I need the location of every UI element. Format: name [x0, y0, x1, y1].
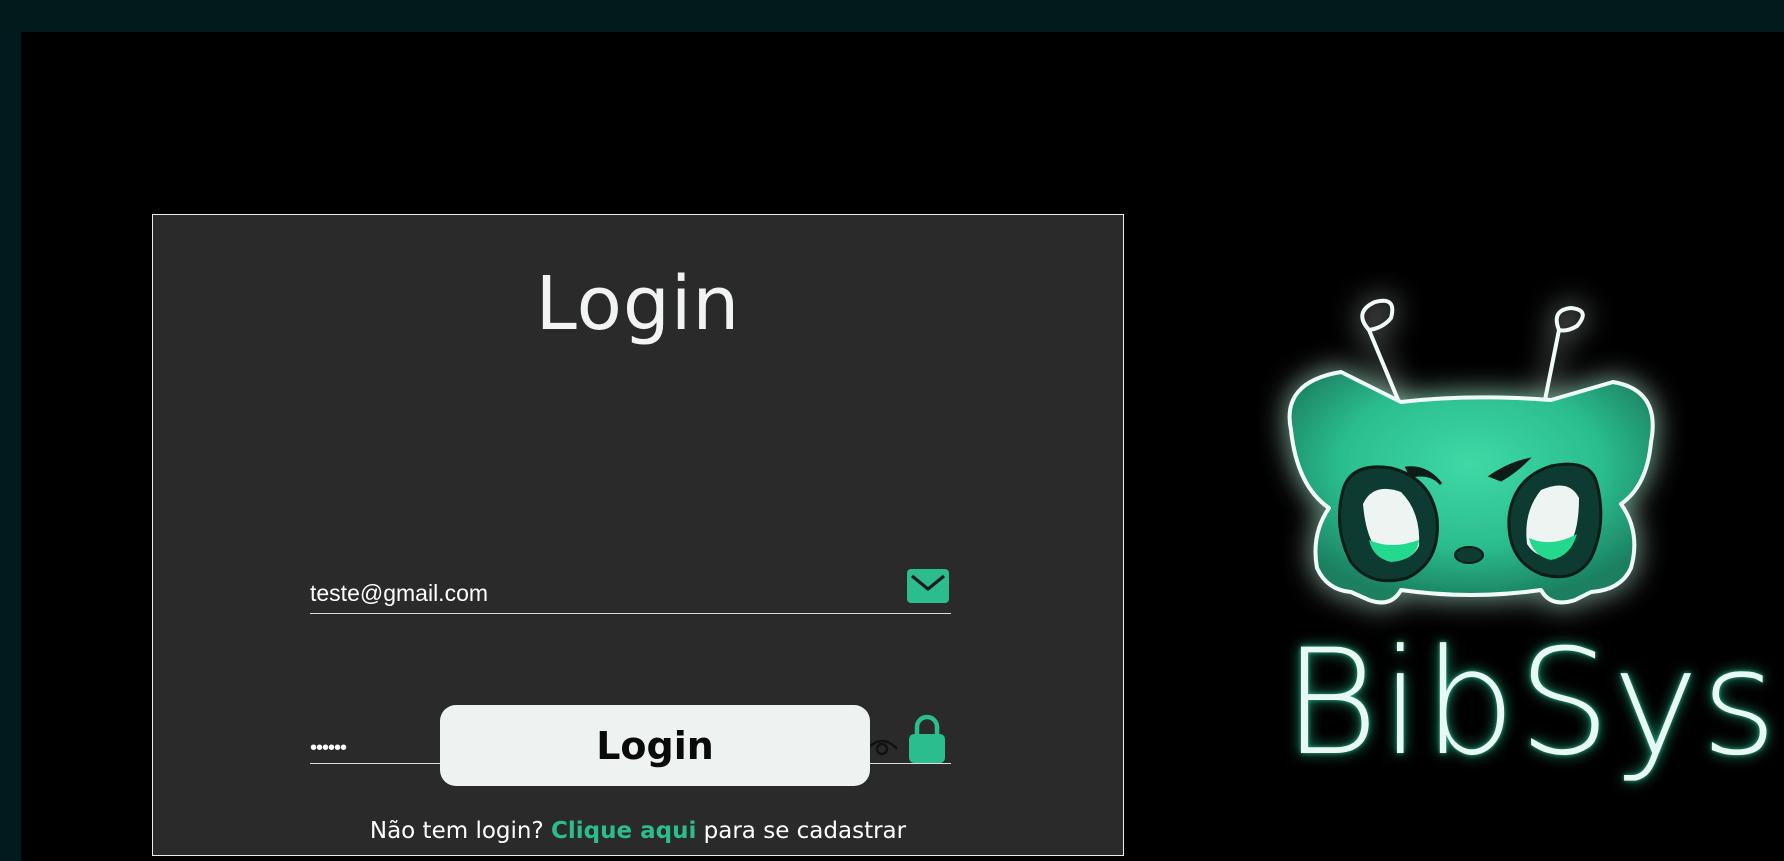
email-field[interactable] [310, 575, 850, 611]
lock-icon [909, 714, 945, 763]
mail-icon [907, 569, 949, 603]
signup-prompt: Não tem login? Clique aqui para se cadas… [153, 818, 1123, 844]
eye-icon[interactable] [865, 735, 899, 757]
brand-name: BibSys [1283, 618, 1779, 788]
page-background: Login Login Não tem login? Clique aqui [21, 32, 1784, 861]
login-card: Login Login Não tem login? Clique aqui [152, 214, 1124, 856]
email-field-wrapper [310, 557, 951, 614]
login-button[interactable]: Login [440, 705, 870, 786]
signup-link[interactable]: Clique aqui [551, 818, 696, 844]
signup-prefix: Não tem login? [369, 818, 544, 844]
signup-suffix: para se cadastrar [703, 818, 907, 844]
page-title: Login [535, 261, 741, 347]
